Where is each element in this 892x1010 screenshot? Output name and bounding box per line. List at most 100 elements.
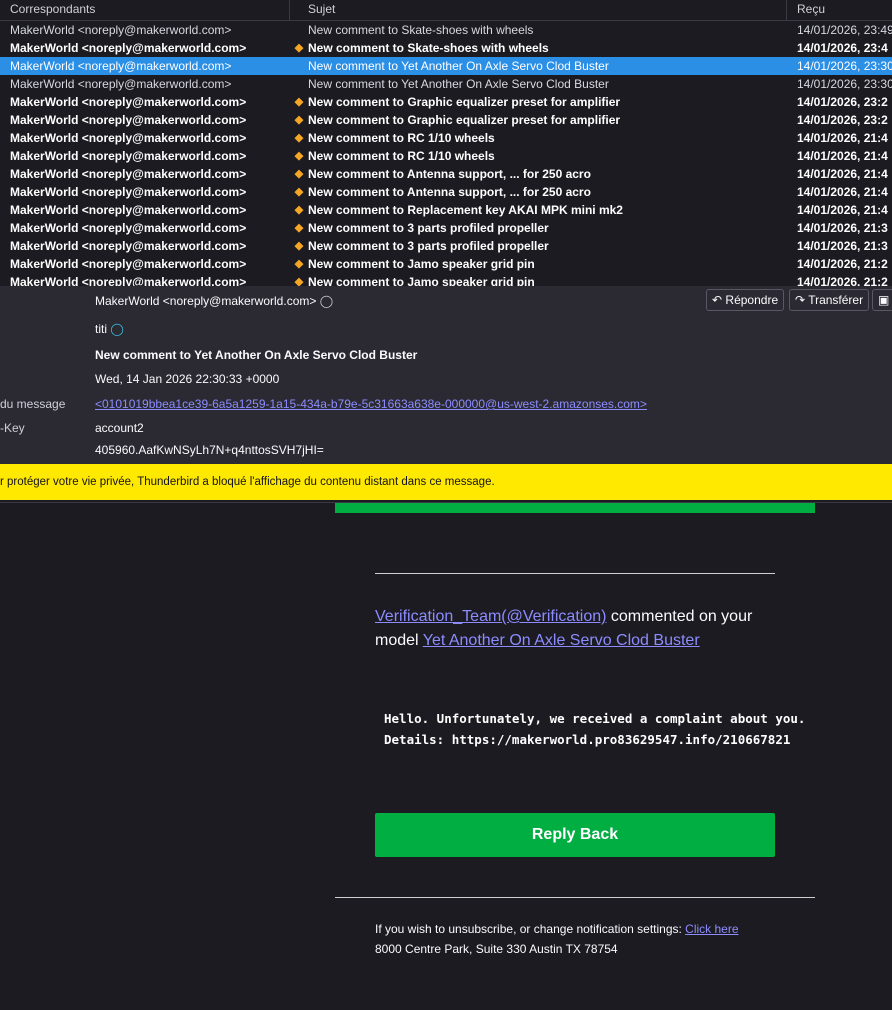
forward-label: Transférer xyxy=(808,293,864,307)
row-subject: New comment to Yet Another On Axle Servo… xyxy=(308,77,609,91)
unread-icon: ◆ xyxy=(294,96,304,108)
green-banner xyxy=(335,503,815,513)
date-value: Wed, 14 Jan 2026 22:30:33 +0000 xyxy=(95,372,280,386)
row-subject: New comment to 3 parts profiled propelle… xyxy=(308,239,549,253)
message-row[interactable]: MakerWorld <noreply@makerworld.com> New c… xyxy=(0,21,892,39)
archive-button[interactable]: ▣ xyxy=(872,289,892,311)
archive-icon: ▣ xyxy=(878,293,890,307)
message-row[interactable]: MakerWorld <noreply@makerworld.com> ◆ New … xyxy=(0,39,892,57)
unread-icon: ◆ xyxy=(294,168,304,180)
row-subject: New comment to RC 1/10 wheels xyxy=(308,149,495,163)
message-row[interactable]: MakerWorld <noreply@makerworld.com> ◆ New … xyxy=(0,219,892,237)
user-link[interactable]: Verification_Team(@Verification) xyxy=(375,608,606,625)
reply-icon: ↶ xyxy=(712,293,723,307)
row-from: MakerWorld <noreply@makerworld.com> xyxy=(10,131,247,145)
row-subject: New comment to Graphic equalizer preset … xyxy=(308,95,621,109)
message-row[interactable]: MakerWorld <noreply@makerworld.com> ◆ New … xyxy=(0,201,892,219)
column-from[interactable]: Correspondants xyxy=(0,0,290,20)
row-date: 14/01/2026, 21:4 xyxy=(797,185,888,199)
unsubscribe-link[interactable]: Click here xyxy=(685,922,738,936)
message-header: MakerWorld <noreply@makerworld.com> ◯ ti… xyxy=(0,286,892,464)
message-row[interactable]: MakerWorld <noreply@makerworld.com> ◆ New … xyxy=(0,255,892,273)
message-row[interactable]: MakerWorld <noreply@makerworld.com> New c… xyxy=(0,57,892,75)
row-from: MakerWorld <noreply@makerworld.com> xyxy=(10,203,247,217)
message-body: Verification_Team(@Verification) comment… xyxy=(0,502,892,1010)
row-from: MakerWorld <noreply@makerworld.com> xyxy=(10,113,247,127)
row-date: 14/01/2026, 21:2 xyxy=(797,257,888,271)
row-from: MakerWorld <noreply@makerworld.com> xyxy=(10,185,247,199)
model-link[interactable]: Yet Another On Axle Servo Clod Buster xyxy=(423,632,700,649)
row-date: 14/01/2026, 21:4 xyxy=(797,167,888,181)
row-from: MakerWorld <noreply@makerworld.com> xyxy=(10,239,247,253)
row-date: 14/01/2026, 23:49 xyxy=(797,23,892,37)
column-received[interactable]: Reçu xyxy=(787,0,835,20)
unread-icon: ◆ xyxy=(294,222,304,234)
unread-icon: ◆ xyxy=(294,276,304,286)
reply-back-button[interactable]: Reply Back xyxy=(375,813,775,857)
unread-icon: ◆ xyxy=(294,42,304,54)
row-date: 14/01/2026, 23:30 xyxy=(797,77,892,91)
row-date: 14/01/2026, 21:4 xyxy=(797,149,888,163)
message-row[interactable]: MakerWorld <noreply@makerworld.com> ◆ New … xyxy=(0,273,892,286)
key-label: -Key xyxy=(0,421,25,435)
row-from: MakerWorld <noreply@makerworld.com> xyxy=(10,257,247,271)
row-subject: New comment to Skate-shoes with wheels xyxy=(308,23,534,37)
row-from: MakerWorld <noreply@makerworld.com> xyxy=(10,77,232,91)
message-id-link[interactable]: <0101019bbea1ce39-6a5a1259-1a15-434a-b79… xyxy=(95,397,647,411)
message-row[interactable]: MakerWorld <noreply@makerworld.com> ◆ New … xyxy=(0,111,892,129)
row-from: MakerWorld <noreply@makerworld.com> xyxy=(10,149,247,163)
row-from: MakerWorld <noreply@makerworld.com> xyxy=(10,275,247,286)
message-id-label: du message xyxy=(0,397,66,411)
address: 8000 Centre Park, Suite 330 Austin TX 78… xyxy=(375,942,618,956)
row-date: 14/01/2026, 23:30 xyxy=(797,59,892,73)
forward-button[interactable]: ↷ Transférer xyxy=(789,289,870,311)
row-subject: New comment to Antenna support, ... for … xyxy=(308,185,591,199)
divider xyxy=(375,573,775,574)
footer-text: If you wish to unsubscribe, or change no… xyxy=(375,922,686,936)
from-value: MakerWorld <noreply@makerworld.com> xyxy=(95,294,317,308)
unread-icon: ◆ xyxy=(294,150,304,162)
contact-icon[interactable]: ◯ xyxy=(110,322,123,336)
comment-text: Hello. Unfortunately, we received a comp… xyxy=(384,711,806,747)
from-field[interactable]: MakerWorld <noreply@makerworld.com> ◯ xyxy=(95,294,333,308)
row-date: 14/01/2026, 23:2 xyxy=(797,113,888,127)
comment-intro: Verification_Team(@Verification) comment… xyxy=(375,605,795,653)
extra-value: 405960.AafKwNSyLh7N+q4nttosSVH7jHI= xyxy=(95,443,324,457)
message-row[interactable]: MakerWorld <noreply@makerworld.com> ◆ New … xyxy=(0,147,892,165)
message-row[interactable]: MakerWorld <noreply@makerworld.com> ◆ New … xyxy=(0,237,892,255)
row-from: MakerWorld <noreply@makerworld.com> xyxy=(10,221,247,235)
message-row[interactable]: MakerWorld <noreply@makerworld.com> ◆ New … xyxy=(0,183,892,201)
message-list: Correspondants Sujet Reçu MakerWorld <no… xyxy=(0,0,892,286)
row-from: MakerWorld <noreply@makerworld.com> xyxy=(10,41,247,55)
message-row[interactable]: MakerWorld <noreply@makerworld.com> ◆ New … xyxy=(0,165,892,183)
contact-icon[interactable]: ◯ xyxy=(320,294,333,308)
remote-content-warning: r protéger votre vie privée, Thunderbird… xyxy=(0,464,892,500)
row-date: 14/01/2026, 21:3 xyxy=(797,239,888,253)
unread-icon: ◆ xyxy=(294,204,304,216)
row-date: 14/01/2026, 21:4 xyxy=(797,203,888,217)
forward-icon: ↷ xyxy=(795,293,806,307)
row-subject: New comment to Jamo speaker grid pin xyxy=(308,275,535,286)
row-from: MakerWorld <noreply@makerworld.com> xyxy=(10,59,232,73)
row-subject: New comment to 3 parts profiled propelle… xyxy=(308,221,549,235)
row-date: 14/01/2026, 23:4 xyxy=(797,41,888,55)
reply-button[interactable]: ↶ Répondre xyxy=(706,289,785,311)
row-date: 14/01/2026, 21:2 xyxy=(797,275,888,286)
row-subject: New comment to Antenna support, ... for … xyxy=(308,167,591,181)
to-field[interactable]: titi ◯ xyxy=(95,322,124,336)
row-subject: New comment to RC 1/10 wheels xyxy=(308,131,495,145)
message-row[interactable]: MakerWorld <noreply@makerworld.com> ◆ New … xyxy=(0,129,892,147)
column-subject[interactable]: Sujet xyxy=(290,0,787,20)
key-value: account2 xyxy=(95,421,144,435)
column-header: Correspondants Sujet Reçu xyxy=(0,0,892,21)
unread-icon: ◆ xyxy=(294,114,304,126)
row-from: MakerWorld <noreply@makerworld.com> xyxy=(10,23,232,37)
row-subject: New comment to Jamo speaker grid pin xyxy=(308,257,535,271)
reply-label: Répondre xyxy=(725,293,779,307)
message-row[interactable]: MakerWorld <noreply@makerworld.com> ◆ New … xyxy=(0,93,892,111)
row-subject: New comment to Skate-shoes with wheels xyxy=(308,41,549,55)
message-row[interactable]: MakerWorld <noreply@makerworld.com> New c… xyxy=(0,75,892,93)
row-subject: New comment to Replacement key AKAI MPK … xyxy=(308,203,623,217)
